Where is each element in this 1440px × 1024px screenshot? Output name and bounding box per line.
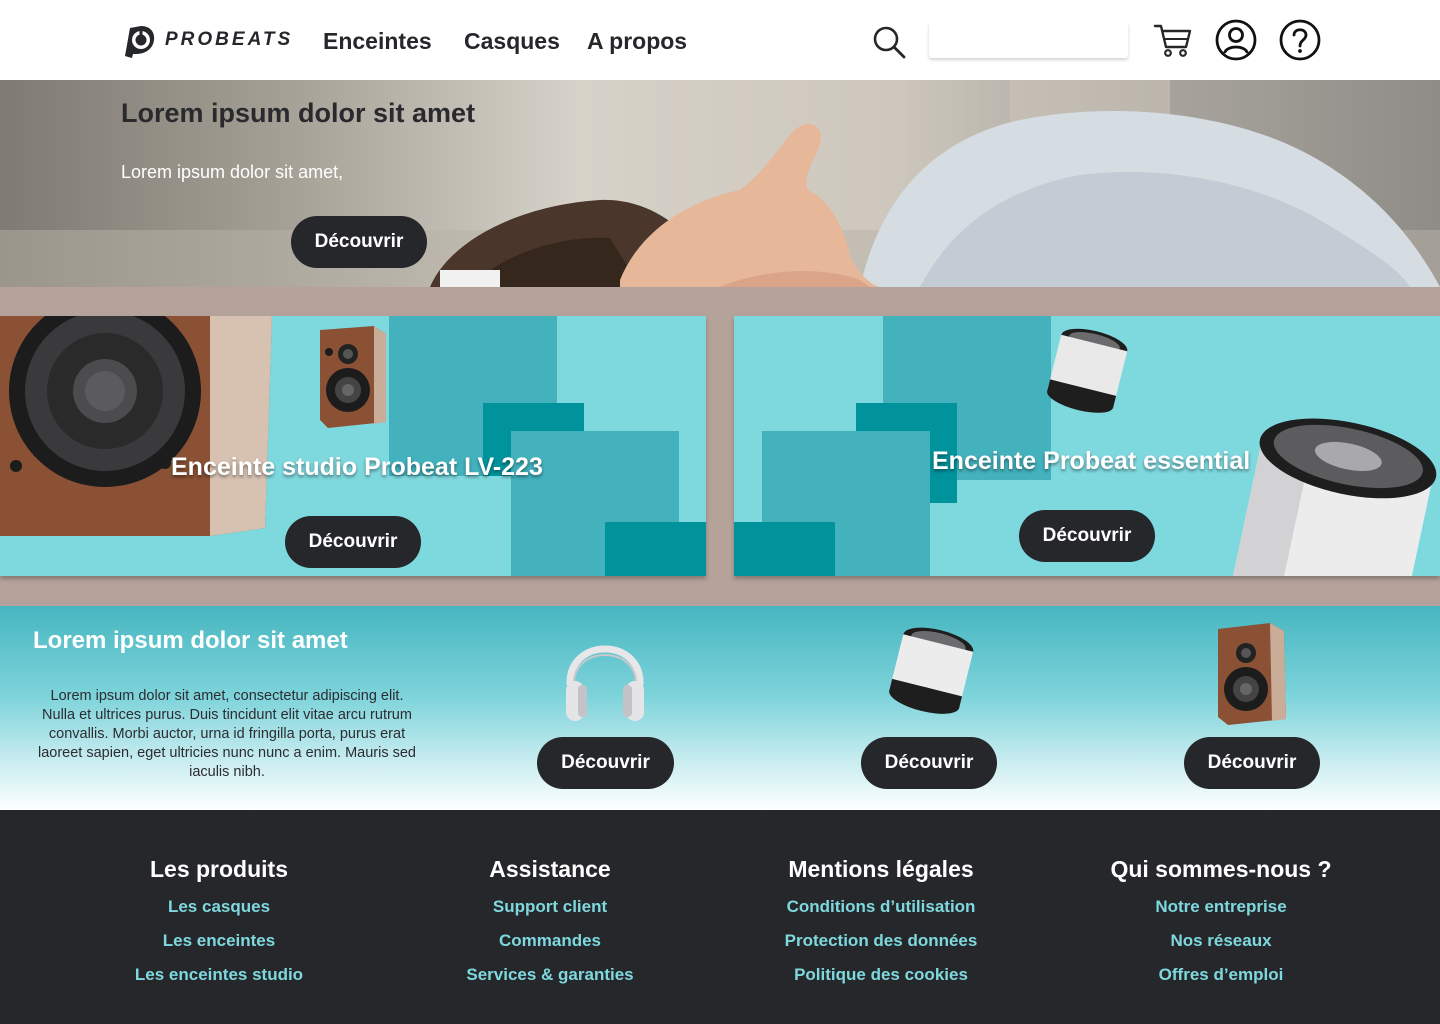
logo-icon (125, 26, 155, 58)
footer-title: Assistance (489, 856, 611, 882)
promo-discover-button-studio[interactable]: Découvrir (285, 516, 421, 568)
products-description: Lorem ipsum dolor sit amet, consectetur … (37, 688, 416, 780)
promo-card-studio: Enceinte studio Probeat LV-223 Découvrir (0, 316, 706, 576)
portable-speaker-image (1226, 418, 1437, 576)
help-icon[interactable] (1279, 19, 1321, 61)
headphones-icon[interactable] (560, 623, 650, 727)
hero-banner: Lorem ipsum dolor sit amet Lorem ipsum d… (0, 80, 1440, 287)
studio-speaker-image (0, 316, 272, 536)
search-icon[interactable] (871, 24, 907, 60)
footer-link[interactable]: Notre entreprise (1056, 890, 1386, 924)
studio-speaker-icon[interactable] (1214, 621, 1290, 727)
cart-icon[interactable] (1152, 19, 1194, 61)
footer-title: Mentions légales (788, 856, 974, 882)
logo[interactable]: PROBEATS (121, 22, 293, 58)
footer-link[interactable]: Nos réseaux (1056, 924, 1386, 958)
nav-casques[interactable]: Casques (464, 28, 560, 55)
portable-speaker-icon[interactable] (882, 626, 978, 726)
footer-link[interactable]: Protection des données (716, 924, 1046, 958)
products-title: Lorem ipsum dolor sit amet (33, 627, 348, 654)
footer-column-assistance: Assistance Support client Commandes Serv… (385, 856, 715, 992)
promo-discover-button-essential[interactable]: Découvrir (1019, 510, 1155, 562)
site-footer: Les produits Les casques Les enceintes L… (0, 810, 1440, 1024)
footer-link[interactable]: Support client (385, 890, 715, 924)
product-discover-button-portable[interactable]: Découvrir (861, 737, 997, 789)
footer-title: Les produits (149, 856, 288, 882)
footer-link[interactable]: Les casques (54, 890, 384, 924)
product-discover-button-studio[interactable]: Découvrir (1184, 737, 1320, 789)
hero-subtitle: Lorem ipsum dolor sit amet, (121, 162, 344, 182)
promo-card-essential: Enceinte Probeat essential Découvrir (734, 316, 1440, 576)
product-discover-button-headphones[interactable]: Découvrir (537, 737, 674, 789)
footer-link[interactable]: Services & garanties (385, 958, 715, 992)
footer-link[interactable]: Les enceintes (54, 924, 384, 958)
footer-column-mentions: Mentions légales Conditions d’utilisatio… (716, 856, 1046, 992)
footer-link[interactable]: Politique des cookies (716, 958, 1046, 992)
small-studio-speaker-image (320, 326, 386, 428)
logo-text: PROBEATS (165, 29, 294, 50)
decor-square (734, 522, 835, 576)
nav-a-propos[interactable]: A propos (587, 28, 687, 55)
account-icon[interactable] (1215, 19, 1257, 61)
promo-title-essential: Enceinte Probeat essential (932, 447, 1251, 475)
footer-link[interactable]: Commandes (385, 924, 715, 958)
promo-title-studio: Enceinte studio Probeat LV-223 (171, 453, 543, 481)
search-input[interactable] (929, 22, 1128, 58)
footer-title: Qui sommes-nous ? (1110, 856, 1332, 882)
nav-enceintes[interactable]: Enceintes (323, 28, 432, 55)
footer-link[interactable]: Conditions d’utilisation (716, 890, 1046, 924)
site-header: PROBEATS Enceintes Casques A propos (0, 0, 1440, 80)
footer-link[interactable]: Offres d’emploi (1056, 958, 1386, 992)
footer-column-qui-sommes-nous: Qui sommes-nous ? Notre entreprise Nos r… (1056, 856, 1386, 992)
footer-column-produits: Les produits Les casques Les enceintes L… (54, 856, 384, 992)
promo-band: Enceinte studio Probeat LV-223 Découvrir (0, 287, 1440, 606)
hero-title: Lorem ipsum dolor sit amet (121, 98, 476, 128)
decor-square (605, 522, 706, 576)
hero-discover-button[interactable]: Découvrir (291, 216, 427, 268)
small-portable-speaker-image (1047, 328, 1128, 413)
footer-link[interactable]: Les enceintes studio (54, 958, 384, 992)
products-section: Lorem ipsum dolor sit amet Lorem ipsum d… (0, 606, 1440, 810)
